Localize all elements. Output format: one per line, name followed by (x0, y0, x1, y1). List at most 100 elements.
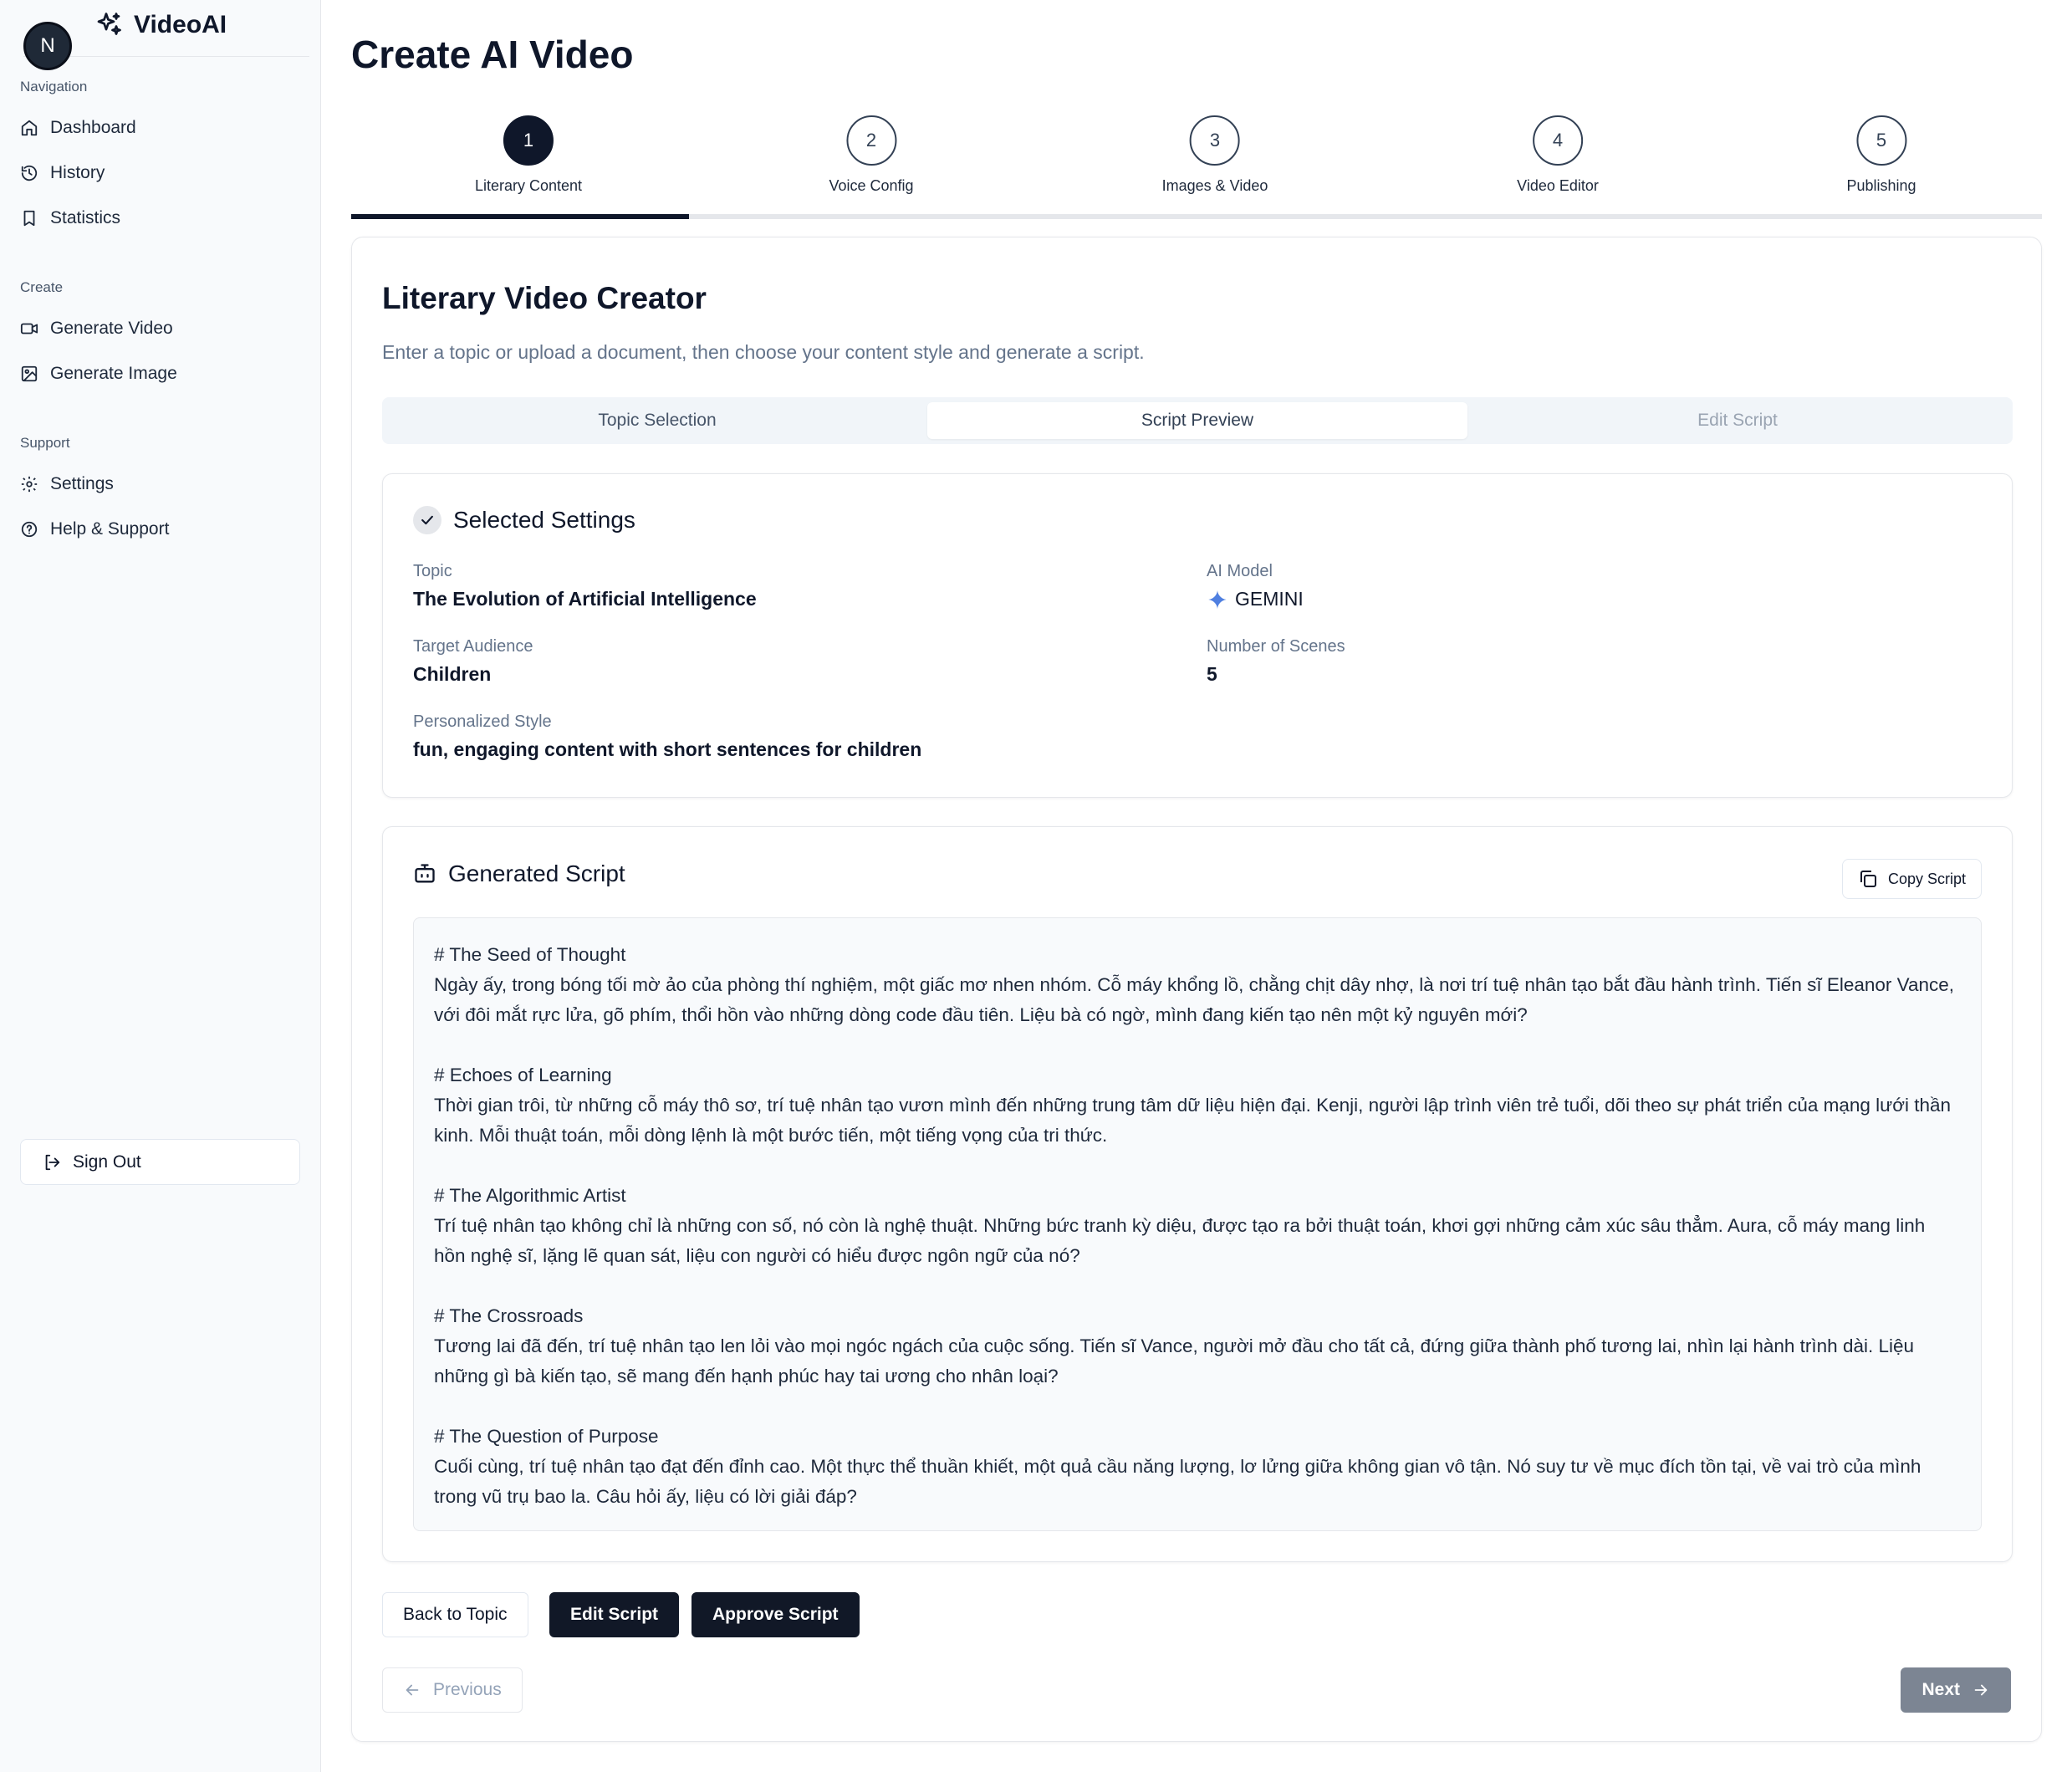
nav-section-title: Create (20, 279, 64, 295)
script-title: Generated Script (448, 860, 625, 886)
nav-section-title: Navigation (20, 79, 88, 94)
edit-script-button[interactable]: Edit Script (549, 1592, 680, 1637)
script-scene: # The Seed of Thought Ngày ấy, trong bón… (434, 940, 1961, 1030)
tab-topic-selection[interactable]: Topic Selection (387, 402, 927, 439)
field-label: Number of Scenes (1207, 637, 1345, 656)
scene-text: Cuối cùng, trí tuệ nhân tạo đạt đến đỉnh… (434, 1456, 1921, 1507)
field-label: AI Model (1207, 562, 1273, 580)
script-scene: # The Question of Purpose Cuối cùng, trí… (434, 1422, 1961, 1512)
step-number: 2 (845, 115, 896, 166)
field-label: Topic (413, 562, 452, 580)
gear-icon (21, 476, 38, 493)
log-out-icon (45, 1154, 60, 1170)
scenes-field: Number of Scenes 5 (1207, 637, 1345, 686)
scene-heading: # The Crossroads (434, 1305, 584, 1326)
topic-value: The Evolution of Artificial Intelligence (413, 588, 757, 610)
sidebar-item-history[interactable]: History (20, 155, 301, 191)
tab-list: Topic Selection Script Preview Edit Scri… (382, 397, 2013, 444)
field-label: Target Audience (413, 637, 533, 656)
sidebar-item-dashboard[interactable]: Dashboard (20, 110, 301, 146)
script-scene: # The Algorithmic Artist Trí tuệ nhân tạ… (434, 1181, 1961, 1271)
previous-button[interactable]: Previous (382, 1667, 523, 1713)
step-publishing[interactable]: 5 Publishing (1846, 115, 1916, 195)
step-label: Literary Content (474, 177, 583, 194)
sidebar-item-label: Generate Image (50, 364, 177, 383)
step-number: 1 (503, 115, 554, 166)
sign-out-label: Sign Out (73, 1152, 141, 1172)
scene-heading: # The Question of Purpose (434, 1426, 659, 1447)
progress-track (351, 214, 2042, 219)
sidebar-item-label: Dashboard (50, 118, 136, 137)
progress-fill (351, 214, 690, 219)
ai-model-value: GEMINI (1235, 588, 1304, 610)
script-scene: # The Crossroads Tương lai đã đến, trí t… (434, 1301, 1961, 1392)
step-label: Publishing (1846, 177, 1916, 194)
script-scene: # Echoes of Learning Thời gian trôi, từ … (434, 1060, 1961, 1151)
history-icon (21, 165, 38, 181)
style-value: fun, engaging content with short sentenc… (413, 738, 922, 760)
card-subtitle: Enter a topic or upload a document, then… (382, 341, 1145, 363)
back-to-topic-label: Back to Topic (403, 1605, 508, 1624)
step-images-video[interactable]: 3 Images & Video (1162, 115, 1268, 195)
tab-script-preview[interactable]: Script Preview (927, 402, 1467, 439)
arrow-right-icon (1974, 1684, 1988, 1696)
bot-icon (415, 864, 435, 883)
nav-section-title: Support (20, 435, 70, 451)
brand-logo[interactable]: VideoAI (94, 10, 227, 40)
gemini-star-icon (1207, 589, 1227, 610)
style-field: Personalized Style fun, engaging content… (413, 712, 921, 761)
audience-field: Target Audience Children (413, 637, 533, 686)
bookmark-icon (23, 210, 35, 227)
ai-model-field: AI Model GEMINI (1207, 562, 1304, 610)
sidebar-item-generate-image[interactable]: Generate Image (20, 355, 301, 392)
sidebar-item-generate-video[interactable]: Generate Video (20, 310, 301, 347)
copy-script-label: Copy Script (1887, 870, 1966, 887)
sidebar-item-help[interactable]: Help & Support (20, 511, 301, 548)
approve-script-label: Approve Script (712, 1605, 839, 1624)
step-label: Video Editor (1517, 177, 1599, 194)
literary-video-creator-card: Literary Video Creator Enter a topic or … (351, 237, 2042, 1742)
edit-script-label: Edit Script (570, 1605, 659, 1624)
brand-name: VideoAI (134, 11, 227, 38)
settings-title: Selected Settings (453, 507, 635, 533)
next-button[interactable]: Next (1901, 1667, 2011, 1713)
scene-text: Ngày ấy, trong bóng tối mờ ảo của phòng … (434, 974, 1955, 1025)
step-video-editor[interactable]: 4 Video Editor (1517, 115, 1599, 195)
step-number: 3 (1190, 115, 1240, 166)
script-text[interactable]: # The Seed of Thought Ngày ấy, trong bón… (413, 917, 1982, 1531)
next-label: Next (1921, 1680, 1960, 1699)
script-header: Generated Script (413, 860, 625, 887)
step-label: Voice Config (829, 177, 914, 194)
stepper: 1 Literary Content 2 Voice Config 3 Imag… (351, 115, 2042, 221)
topic-field: Topic The Evolution of Artificial Intell… (413, 562, 757, 610)
approve-script-button[interactable]: Approve Script (692, 1592, 860, 1637)
step-number: 4 (1532, 115, 1583, 166)
scene-heading: # The Algorithmic Artist (434, 1185, 626, 1206)
step-literary-content[interactable]: 1 Literary Content (475, 115, 582, 195)
sign-out-button[interactable]: Sign Out (20, 1139, 300, 1185)
scenes-value: 5 (1207, 663, 1217, 685)
settings-header: Selected Settings (413, 506, 635, 534)
step-number: 5 (1856, 115, 1906, 166)
tab-edit-script[interactable]: Edit Script (1467, 402, 2008, 439)
ai-model-value-row: GEMINI (1207, 588, 1304, 610)
sidebar-item-label: Generate Video (50, 319, 173, 338)
scene-heading: # The Seed of Thought (434, 944, 626, 965)
sidebar-item-label: Help & Support (50, 519, 170, 539)
avatar[interactable]: N (23, 22, 72, 70)
sidebar-item-statistics[interactable]: Statistics (20, 200, 301, 237)
sidebar-item-label: Statistics (50, 208, 121, 227)
step-label: Images & Video (1161, 177, 1268, 194)
step-voice-config[interactable]: 2 Voice Config (829, 115, 914, 195)
image-icon (21, 365, 38, 382)
field-label: Personalized Style (413, 712, 552, 731)
copy-script-button[interactable]: Copy Script (1841, 859, 1982, 899)
sidebar-item-settings[interactable]: Settings (20, 466, 301, 503)
sidebar-item-label: Settings (50, 474, 114, 493)
sidebar-item-label: History (50, 163, 105, 182)
card-title: Literary Video Creator (382, 281, 707, 315)
generated-script-panel: Generated Script Copy Script # The Seed … (382, 826, 2013, 1562)
check-icon (413, 506, 441, 534)
back-to-topic-button[interactable]: Back to Topic (382, 1592, 528, 1637)
audience-value: Children (413, 663, 492, 685)
